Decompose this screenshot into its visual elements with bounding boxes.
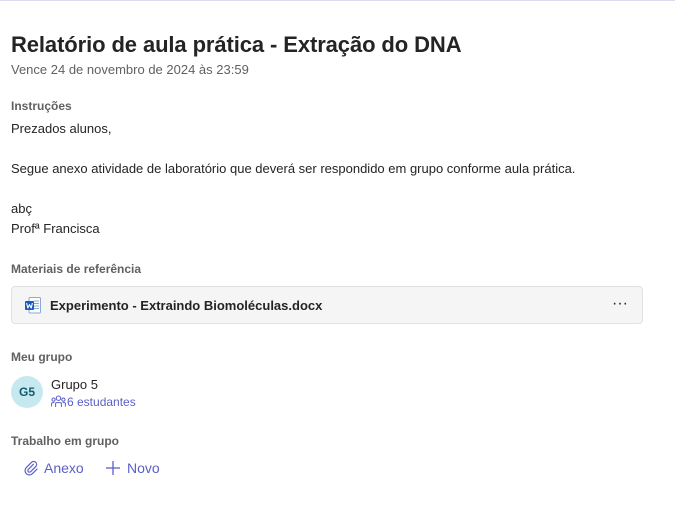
instructions-line: Segue anexo atividade de laboratório que… xyxy=(11,161,576,176)
word-doc-icon xyxy=(25,297,41,314)
group-name: Grupo 5 xyxy=(51,377,98,392)
group-avatar: G5 xyxy=(11,376,43,408)
my-group-label: Meu grupo xyxy=(11,350,73,364)
new-button-label: Novo xyxy=(127,460,160,476)
instructions-line: abç xyxy=(11,201,32,216)
instructions-line: Prezados alunos, xyxy=(11,121,112,136)
reference-file-name[interactable]: Experimento - Extraindo Biomoléculas.doc… xyxy=(50,298,322,313)
page-title: Relatório de aula prática - Extração do … xyxy=(11,32,462,57)
instructions-line: Profª Francisca xyxy=(11,221,100,236)
group-work-label: Trabalho em grupo xyxy=(11,434,120,448)
attach-button[interactable]: Anexo xyxy=(24,460,84,480)
reference-file-card[interactable]: Experimento - Extraindo Biomoléculas.doc… xyxy=(11,286,643,324)
paperclip-icon xyxy=(24,460,38,476)
people-icon xyxy=(51,395,66,407)
instructions-label: Instruções xyxy=(11,99,72,113)
new-button[interactable]: Novo xyxy=(105,460,160,480)
top-divider xyxy=(0,0,675,1)
attach-button-label: Anexo xyxy=(44,460,84,476)
group-members-count: 6 estudantes xyxy=(67,395,136,409)
group-members-link[interactable]: 6 estudantes xyxy=(51,395,136,409)
plus-icon xyxy=(106,461,120,475)
due-date: Vence 24 de novembro de 2024 às 23:59 xyxy=(11,62,249,77)
reference-materials-label: Materiais de referência xyxy=(11,262,142,276)
more-options-icon[interactable]: ··· xyxy=(608,293,632,317)
